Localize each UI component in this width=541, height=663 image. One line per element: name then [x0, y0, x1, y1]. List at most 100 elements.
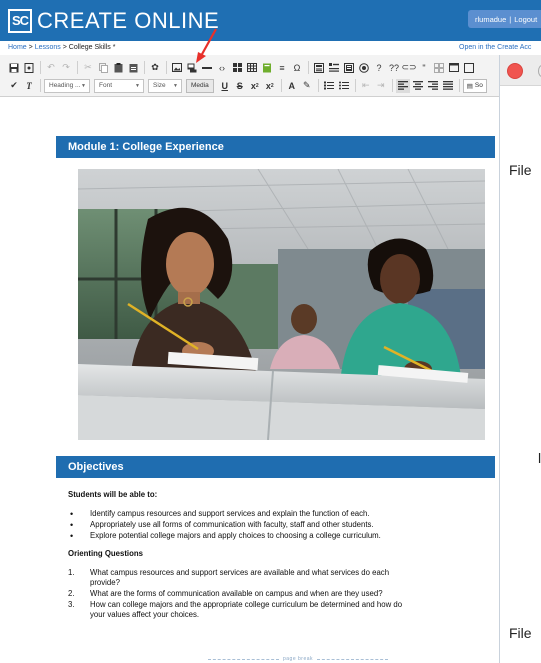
editor-toolbar: ↶ ↷ ✂ ✿ ‹› ≡ Ω ? ?? ⊂⊃ " ✔ T Heading ...… — [0, 55, 500, 97]
breadcrumb-lessons[interactable]: Lessons — [35, 44, 61, 51]
question-text: How can college majors and the appropria… — [90, 600, 403, 609]
page-break-line — [317, 658, 388, 660]
chevron-down-icon: ▼ — [173, 82, 178, 89]
file-label-top: File — [509, 162, 532, 178]
undo-icon[interactable]: ↶ — [44, 61, 58, 75]
toolbar-row-1: ↶ ↷ ✂ ✿ ‹› ≡ Ω ? ?? ⊂⊃ " — [7, 59, 477, 76]
annotation-arrow-icon — [196, 28, 217, 63]
image-icon[interactable] — [170, 61, 184, 75]
module-title-bar: Module 1: College Experience — [56, 136, 495, 158]
user-separator: | — [509, 14, 512, 24]
subscript-icon[interactable]: x2 — [248, 79, 262, 93]
source-button[interactable]: ▤ So — [462, 78, 487, 93]
close-window-icon[interactable] — [507, 63, 523, 79]
align-right-icon[interactable] — [426, 79, 440, 93]
list-block-icon[interactable] — [327, 61, 341, 75]
question-text: What are the forms of communication avai… — [90, 589, 383, 598]
settings-gear-icon[interactable]: ✿ — [148, 61, 162, 75]
clear-format-icon[interactable]: T — [22, 79, 36, 93]
classroom-photo — [78, 169, 485, 440]
document-icon[interactable] — [342, 61, 356, 75]
question-item: 2. What are the forms of communication a… — [68, 589, 488, 599]
align-list-icon[interactable]: ≡ — [275, 61, 289, 75]
table-grid-icon[interactable] — [230, 61, 244, 75]
chevron-down-icon: ▼ — [135, 82, 140, 89]
indent-icon[interactable]: ⇥ — [374, 79, 388, 93]
logout-link[interactable]: Logout — [514, 15, 537, 24]
align-left-icon[interactable] — [395, 78, 410, 93]
source-icon: ▤ — [466, 82, 473, 90]
question-item: 1. What campus resources and support ser… — [68, 568, 488, 588]
special-char-icon[interactable]: Ω — [290, 61, 304, 75]
align-center-icon[interactable] — [411, 79, 425, 93]
paste-icon[interactable] — [111, 61, 125, 75]
link-icon[interactable]: ⊂⊃ — [401, 61, 416, 75]
breadcrumb-separator: > — [62, 44, 67, 51]
superscript-icon[interactable]: x2 — [263, 79, 277, 93]
question-text-cont: provide? — [90, 578, 120, 587]
heading-dropdown[interactable]: Heading ... ▼ — [44, 78, 90, 93]
students-heading: Students will be able to: — [68, 490, 158, 499]
questions-list: 1. What campus resources and support ser… — [68, 568, 488, 620]
numbered-list-icon[interactable] — [322, 79, 336, 93]
app-logo[interactable]: SC CREATE ONLINE — [8, 8, 219, 34]
text-color-icon[interactable]: A — [285, 79, 299, 93]
save-icon[interactable] — [7, 61, 21, 75]
cut-icon[interactable]: ✂ — [81, 61, 95, 75]
breadcrumb: Home > Lessons > College Skills * — [8, 41, 115, 55]
size-dropdown-value: Size — [153, 82, 166, 89]
overlay-titlebar — [500, 55, 541, 86]
bulleted-list-icon[interactable] — [337, 79, 351, 93]
breadcrumb-home[interactable]: Home — [8, 44, 27, 51]
underline-icon[interactable]: U — [218, 79, 232, 93]
toolbar-separator — [144, 61, 145, 74]
user-name[interactable]: rlumadue — [475, 15, 506, 24]
open-in-create-link[interactable]: Open in the Create Acc — [459, 41, 531, 55]
editor-canvas[interactable]: Module 1: College Experience Objectives … — [0, 97, 499, 663]
window-icon[interactable] — [447, 61, 461, 75]
source-label: So — [474, 82, 483, 89]
chevron-down-icon: ▼ — [81, 82, 86, 89]
page-break-marker: page break — [208, 655, 388, 663]
strikethrough-icon[interactable]: S — [233, 79, 247, 93]
font-dropdown[interactable]: Font ▼ — [94, 78, 144, 93]
user-menu: rlumadue | Logout — [468, 10, 541, 28]
widget-icon[interactable] — [432, 61, 446, 75]
toolbar-separator — [391, 79, 393, 92]
objective-item: Explore potential college majors and app… — [68, 531, 488, 541]
toolbar-row-2: ✔ T Heading ... ▼ Font ▼ Size ▼ Media U … — [7, 77, 487, 94]
font-dropdown-value: Font — [99, 82, 113, 89]
question-icon[interactable]: ? — [372, 61, 386, 75]
template-icon[interactable] — [312, 61, 326, 75]
book-icon[interactable] — [260, 61, 274, 75]
paste-text-icon[interactable] — [126, 61, 140, 75]
objectives-title-bar: Objectives — [56, 456, 495, 478]
blockquote-icon[interactable]: " — [417, 61, 431, 75]
preview-icon[interactable] — [22, 61, 36, 75]
double-question-icon[interactable]: ?? — [387, 61, 401, 75]
file-label-bottom: File — [509, 625, 532, 641]
spellcheck-icon[interactable]: ✔ — [7, 79, 21, 93]
media-button[interactable]: Media — [186, 78, 214, 93]
align-justify-icon[interactable] — [441, 79, 455, 93]
objectives-list: Identify campus resources and support se… — [68, 509, 488, 541]
copy-icon[interactable] — [96, 61, 110, 75]
maximize-icon[interactable] — [462, 61, 476, 75]
size-dropdown[interactable]: Size ▼ — [148, 78, 182, 93]
orienting-heading: Orienting Questions — [68, 549, 143, 558]
toolbar-separator — [308, 61, 309, 74]
objective-item: Appropriately use all forms of communica… — [68, 520, 488, 530]
outdent-icon[interactable]: ⇤ — [359, 79, 373, 93]
logo-mark: SC — [8, 8, 32, 33]
question-number: 1. — [68, 568, 75, 577]
highlight-icon[interactable]: ✎ — [300, 79, 314, 93]
question-number: 2. — [68, 589, 75, 598]
table-icon[interactable] — [245, 61, 259, 75]
radio-button-icon[interactable] — [357, 61, 371, 75]
app-header: SC CREATE ONLINE rlumadue | Logout — [0, 0, 541, 41]
toolbar-separator — [166, 61, 167, 74]
redo-icon[interactable]: ↷ — [59, 61, 73, 75]
toolbar-separator — [40, 79, 41, 92]
breadcrumb-current: College Skills * — [68, 44, 116, 51]
toolbar-separator — [40, 61, 41, 74]
